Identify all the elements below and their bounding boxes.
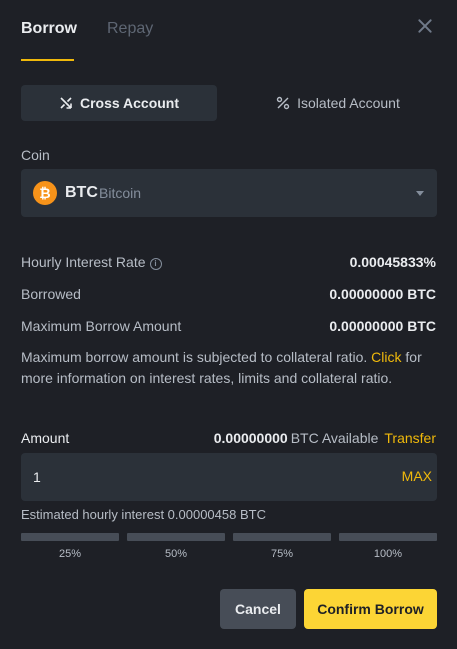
percent-100-bar[interactable]	[339, 533, 437, 541]
available-amount: 0.00000000	[213, 430, 288, 446]
max-borrow-value: 0.00000000 BTC	[329, 318, 436, 334]
percent-25-label[interactable]: 25%	[21, 548, 119, 560]
percent-75-bar[interactable]	[233, 533, 331, 541]
borrowed-value: 0.00000000 BTC	[329, 286, 436, 302]
percent-25-bar[interactable]	[21, 533, 119, 541]
coin-select[interactable]: ₿ BTC Bitcoin	[21, 169, 437, 217]
max-button[interactable]: MAX	[402, 468, 432, 484]
percent-50-bar[interactable]	[127, 533, 225, 541]
collateral-note: Maximum borrow amount is subjected to co…	[21, 349, 422, 386]
percent-icon	[276, 96, 290, 110]
coin-name: Bitcoin	[99, 185, 142, 201]
borrowed-label: Borrowed	[21, 286, 81, 302]
click-link[interactable]: Click	[371, 349, 401, 365]
max-borrow-label: Maximum Borrow Amount	[21, 318, 182, 334]
isolated-account-button[interactable]: Isolated Account	[240, 85, 436, 121]
cancel-button[interactable]: Cancel	[220, 589, 296, 629]
tab-borrow[interactable]: Borrow	[21, 20, 77, 38]
available-balance: 0.00000000 BTC Available Transfer	[214, 430, 436, 446]
estimated-interest: Estimated hourly interest 0.00000458 BTC	[21, 507, 266, 522]
cross-arrows-icon	[60, 97, 72, 109]
confirm-borrow-button[interactable]: Confirm Borrow	[304, 589, 437, 629]
hourly-interest-rate-value: 0.00045833%	[349, 254, 436, 270]
amount-field-container: MAX	[21, 453, 437, 501]
percent-75-label[interactable]: 75%	[233, 548, 331, 560]
cross-account-label: Cross Account	[79, 95, 180, 111]
hourly-interest-rate-label: Hourly Interest Rate i	[21, 254, 162, 270]
amount-label: Amount	[21, 430, 70, 446]
active-tab-indicator	[21, 59, 74, 61]
isolated-account-label: Isolated Account	[297, 95, 400, 111]
info-icon[interactable]: i	[149, 258, 162, 270]
available-text: BTC Available	[290, 430, 379, 446]
bitcoin-icon: ₿	[33, 181, 57, 205]
close-icon[interactable]	[415, 16, 435, 36]
coin-label: Coin	[21, 147, 50, 163]
amount-input[interactable]	[33, 453, 373, 501]
coin-symbol: BTC	[65, 184, 98, 201]
transfer-link[interactable]: Transfer	[384, 430, 436, 446]
chevron-down-icon	[416, 191, 424, 196]
cross-account-button[interactable]: Cross Account	[21, 85, 217, 121]
tab-repay[interactable]: Repay	[107, 20, 153, 38]
percent-50-label[interactable]: 50%	[127, 548, 225, 560]
percent-100-label[interactable]: 100%	[339, 548, 437, 560]
